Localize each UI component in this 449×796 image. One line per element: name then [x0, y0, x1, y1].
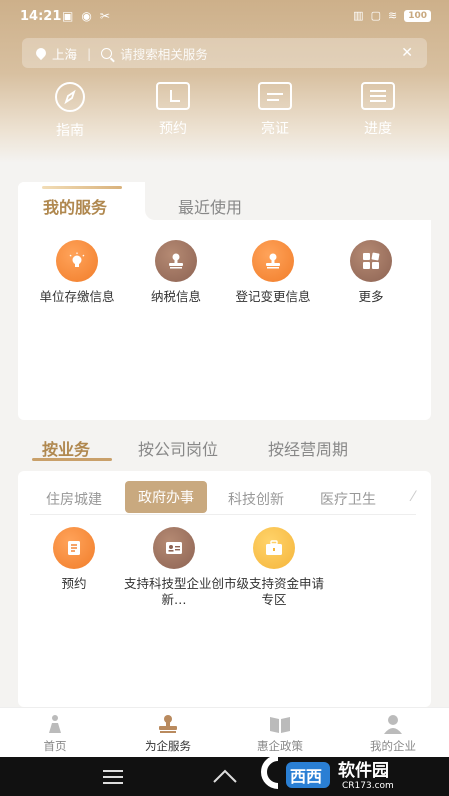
id-card-icon — [258, 82, 292, 110]
service-item[interactable]: 单位存缴信息 — [32, 240, 122, 305]
subtab-housing[interactable]: 住房城建 — [46, 489, 102, 509]
nav-my-enterprise[interactable]: 我的企业 — [343, 714, 443, 754]
calendar-icon — [156, 82, 190, 110]
nav-home[interactable]: 首页 — [5, 714, 105, 754]
service-label: 纳税信息 — [150, 289, 201, 304]
service-item[interactable]: 登记变更信息 — [228, 240, 318, 305]
quick-action-label: 预约 — [159, 121, 187, 137]
lightbulb-icon — [56, 240, 98, 282]
nav-label: 为企服务 — [145, 739, 191, 753]
business-item[interactable]: 市级支持资金申请专区 — [224, 527, 324, 608]
stamp-icon — [155, 240, 197, 282]
status-notification-icons: ▣ ◉ ✂ — [62, 9, 110, 23]
service-label: 登记变更信息 — [235, 289, 311, 304]
book-icon — [269, 714, 291, 734]
menu-icon[interactable] — [103, 770, 123, 788]
tab-my-services[interactable]: 我的服务 — [43, 194, 107, 218]
my-services-card: 我的服务 最近使用 单位存缴信息 纳税信息 登记变更信息 更多 — [18, 182, 431, 420]
location-icon — [33, 45, 49, 61]
status-system-icons: ▥ ▢ ≋ 100 — [353, 9, 431, 22]
tab-by-lifecycle[interactable]: 按经营周期 — [268, 436, 348, 460]
quick-action-certificate[interactable]: 亮证 — [235, 82, 315, 138]
nav-policy[interactable]: 惠企政策 — [230, 714, 330, 754]
vibrate-icon: ▥ — [353, 9, 364, 22]
stamp-icon — [252, 240, 294, 282]
image-icon: ▣ — [62, 9, 74, 23]
business-item[interactable]: 支持科技型企业创新… — [124, 527, 224, 608]
watermark-brand: 软件园 — [338, 760, 389, 781]
home-icon — [44, 714, 66, 734]
search-bar[interactable]: 上海 | 请搜索相关服务 ✕ — [22, 38, 427, 68]
tab-recently-used[interactable]: 最近使用 — [178, 194, 242, 218]
tab-by-business[interactable]: 按业务 — [42, 436, 90, 460]
service-item[interactable]: 更多 — [326, 240, 416, 305]
svg-text:西西: 西西 — [290, 767, 322, 786]
quick-action-label: 进度 — [364, 121, 392, 137]
quick-action-progress[interactable]: 进度 — [338, 82, 418, 138]
compass-icon — [55, 82, 85, 112]
nav-label: 首页 — [43, 739, 67, 753]
category-tabs: 按业务 按公司岗位 按经营周期 — [0, 436, 449, 466]
tab-by-position[interactable]: 按公司岗位 — [138, 436, 218, 460]
service-label: 单位存缴信息 — [39, 289, 115, 304]
sub-tab-divider — [30, 514, 416, 515]
quick-action-label: 亮证 — [261, 121, 289, 137]
subtab-medical[interactable]: 医疗卫生 — [320, 489, 376, 509]
quick-action-guide[interactable]: 指南 — [30, 82, 110, 140]
search-input[interactable]: 请搜索相关服务 — [120, 44, 401, 63]
status-bar: 14:21 ▣ ◉ ✂ ▥ ▢ ≋ 100 — [0, 0, 449, 34]
divider: | — [87, 45, 92, 61]
list-icon — [361, 82, 395, 110]
watermark-logo: 西西 软件园 CR173.com — [261, 755, 394, 791]
nav-enterprise-service[interactable]: 为企服务 — [118, 714, 218, 754]
grid-icon — [350, 240, 392, 282]
face-icon: ◉ — [81, 9, 92, 23]
subtab-overflow-indicator: ⁄ — [412, 489, 415, 505]
item-label: 支持科技型企业创新… — [124, 576, 225, 607]
subtab-tech[interactable]: 科技创新 — [228, 489, 284, 509]
home-button-icon[interactable] — [212, 769, 238, 783]
close-icon[interactable]: ✕ — [401, 45, 413, 61]
category-tab-indicator — [32, 458, 112, 461]
person-icon — [382, 714, 404, 734]
service-label: 更多 — [358, 289, 384, 304]
status-time: 14:21 — [20, 9, 62, 24]
nfc-icon: ▢ — [370, 9, 381, 22]
watermark-site: CR173.com — [342, 781, 394, 791]
battery-icon: 100 — [404, 9, 431, 22]
category-card: 住房城建 政府办事 科技创新 医疗卫生 ⁄ 预约 支持科技型企业创新… 市级支持… — [18, 471, 431, 707]
sub-tabs: 住房城建 政府办事 科技创新 医疗卫生 ⁄ — [18, 479, 431, 515]
bottom-navigation: 首页 为企服务 惠企政策 我的企业 — [0, 707, 449, 757]
business-item[interactable]: 预约 — [24, 527, 124, 592]
id-card-icon — [153, 527, 195, 569]
quick-action-appointment[interactable]: 预约 — [133, 82, 213, 138]
item-label: 预约 — [61, 576, 87, 591]
city-selector[interactable]: 上海 — [52, 44, 77, 63]
document-icon — [53, 527, 95, 569]
tab-indicator — [42, 186, 122, 189]
service-item[interactable]: 纳税信息 — [131, 240, 221, 305]
wifi-icon: ≋ — [387, 9, 398, 22]
briefcase-icon — [253, 527, 295, 569]
subtab-government[interactable]: 政府办事 — [125, 481, 207, 513]
quick-action-label: 指南 — [56, 123, 84, 139]
search-icon — [101, 47, 113, 59]
tools-icon: ✂ — [99, 9, 110, 23]
stamp-icon — [157, 714, 179, 734]
item-label: 市级支持资金申请专区 — [224, 576, 325, 607]
